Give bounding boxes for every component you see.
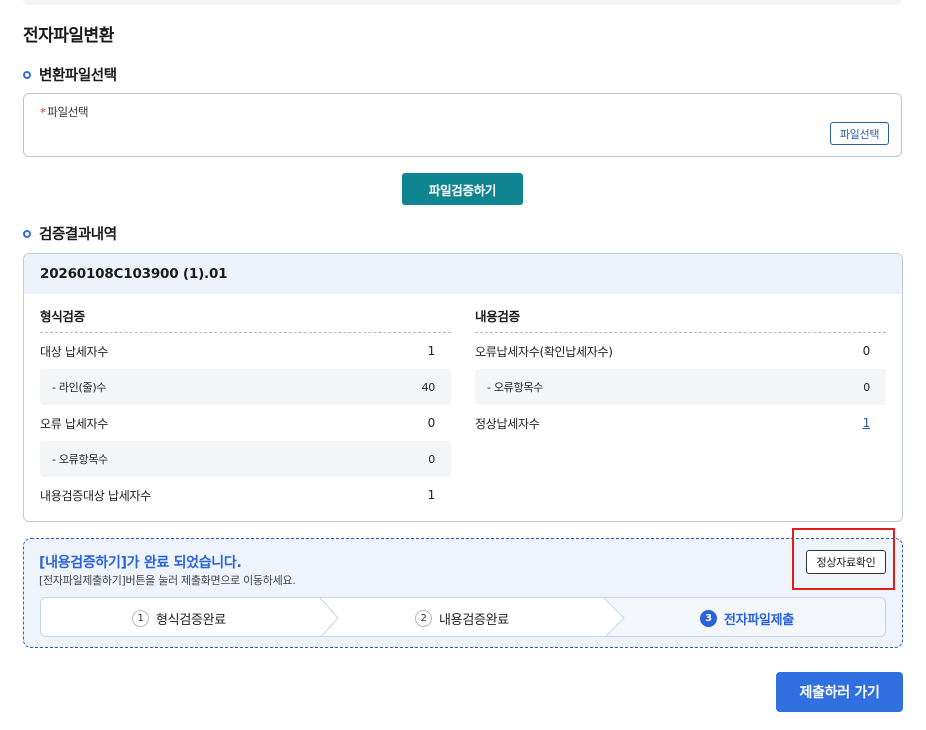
- file-select-box: * 파일선택 파일선택: [23, 93, 902, 157]
- section-result-title: 검증결과내역: [23, 223, 117, 244]
- result-row-label: - 오류항목수: [487, 381, 543, 394]
- result-row-value: 0: [427, 416, 436, 430]
- step-number: 2: [415, 609, 432, 627]
- progress-steps: 1 형식검증완료 2 내용검증완료 3 전자파일제출: [40, 597, 886, 637]
- result-file-name: 20260108C103900 (1).01: [24, 254, 902, 294]
- result-row-label: 오류납세자수(확인납세자수): [475, 344, 613, 359]
- result-row-value: 0: [428, 452, 435, 466]
- format-check-title: 형식검증: [40, 294, 451, 333]
- status-title: [내용검증하기]가 완료 되었습니다.: [39, 555, 242, 571]
- step-number: 1: [132, 609, 149, 627]
- required-mark: *: [40, 106, 46, 119]
- step-number: 3: [700, 609, 717, 627]
- result-row-value-link[interactable]: 1: [850, 416, 871, 430]
- result-row-value: 0: [862, 344, 871, 358]
- step-2: 2 내용검증완료: [415, 598, 509, 636]
- bullet-circle-icon: [23, 229, 31, 238]
- result-row: 정상납세자수 1: [475, 405, 886, 441]
- result-row-value: 1: [427, 488, 436, 502]
- result-sub-row: - 오류항목수 0: [475, 369, 886, 405]
- result-row: 대상 납세자수 1: [40, 333, 451, 369]
- format-check-rows: 대상 납세자수 1 - 라인(줄)수 40 오류 납세자수 0 - 오류항목수 0 내용검증대상…: [40, 333, 451, 513]
- normal-data-check-button[interactable]: 정상자료확인: [806, 550, 886, 574]
- bullet-circle-icon: [23, 70, 31, 79]
- step-label: 내용검증완료: [439, 612, 509, 628]
- page-title: 전자파일변환: [23, 26, 114, 46]
- file-select-button[interactable]: 파일선택: [830, 122, 889, 145]
- result-sub-row: - 라인(줄)수 40: [40, 369, 451, 405]
- go-submit-button[interactable]: 제출하러 가기: [776, 672, 903, 712]
- step-divider: [319, 598, 339, 636]
- content-check-rows: 오류납세자수(확인납세자수) 0 - 오류항목수 0 정상납세자수 1: [475, 333, 886, 441]
- content-check-column: 내용검증 오류납세자수(확인납세자수) 0 - 오류항목수 0 정상납세자수 1: [475, 294, 886, 441]
- result-row: 내용검증대상 납세자수 1: [40, 477, 451, 513]
- top-strip: [23, 0, 901, 5]
- step-label: 전자파일제출: [724, 612, 794, 628]
- result-row-label: - 라인(줄)수: [52, 381, 107, 394]
- result-row: 오류 납세자수 0: [40, 405, 451, 441]
- result-row: 오류납세자수(확인납세자수) 0: [475, 333, 886, 369]
- result-sub-row: - 오류항목수 0: [40, 441, 451, 477]
- result-row-label: 대상 납세자수: [40, 344, 108, 359]
- section-select-title: 변환파일선택: [23, 64, 117, 85]
- verify-file-button[interactable]: 파일검증하기: [402, 173, 523, 205]
- status-description: [전자파일제출하기]버튼을 눌러 제출화면으로 이동하세요.: [39, 574, 296, 587]
- result-row-value: 0: [863, 380, 870, 394]
- step-3: 3 전자파일제출: [700, 598, 794, 636]
- file-select-label-text: 파일선택: [47, 105, 89, 119]
- result-row-value: 40: [421, 380, 436, 394]
- result-panel: 20260108C103900 (1).01 형식검증 대상 납세자수 1 - 라인…: [23, 253, 903, 522]
- section-result-label: 검증결과내역: [39, 227, 117, 243]
- result-row-label: - 오류항목수: [52, 453, 108, 466]
- format-check-column: 형식검증 대상 납세자수 1 - 라인(줄)수 40 오류 납세자수 0 - 오류항목수 0 내…: [40, 294, 451, 513]
- content-check-title: 내용검증: [475, 294, 886, 333]
- step-1: 1 형식검증완료: [132, 598, 226, 636]
- result-row-value: 1: [427, 344, 436, 358]
- file-select-label: * 파일선택: [40, 104, 89, 120]
- status-panel: [내용검증하기]가 완료 되었습니다. [전자파일제출하기]버튼을 눌러 제출화…: [23, 538, 903, 648]
- section-select-label: 변환파일선택: [39, 68, 117, 84]
- result-row-label: 정상납세자수: [475, 416, 540, 431]
- result-row-label: 내용검증대상 납세자수: [40, 488, 151, 503]
- step-label: 형식검증완료: [156, 612, 226, 628]
- result-row-label: 오류 납세자수: [40, 416, 108, 431]
